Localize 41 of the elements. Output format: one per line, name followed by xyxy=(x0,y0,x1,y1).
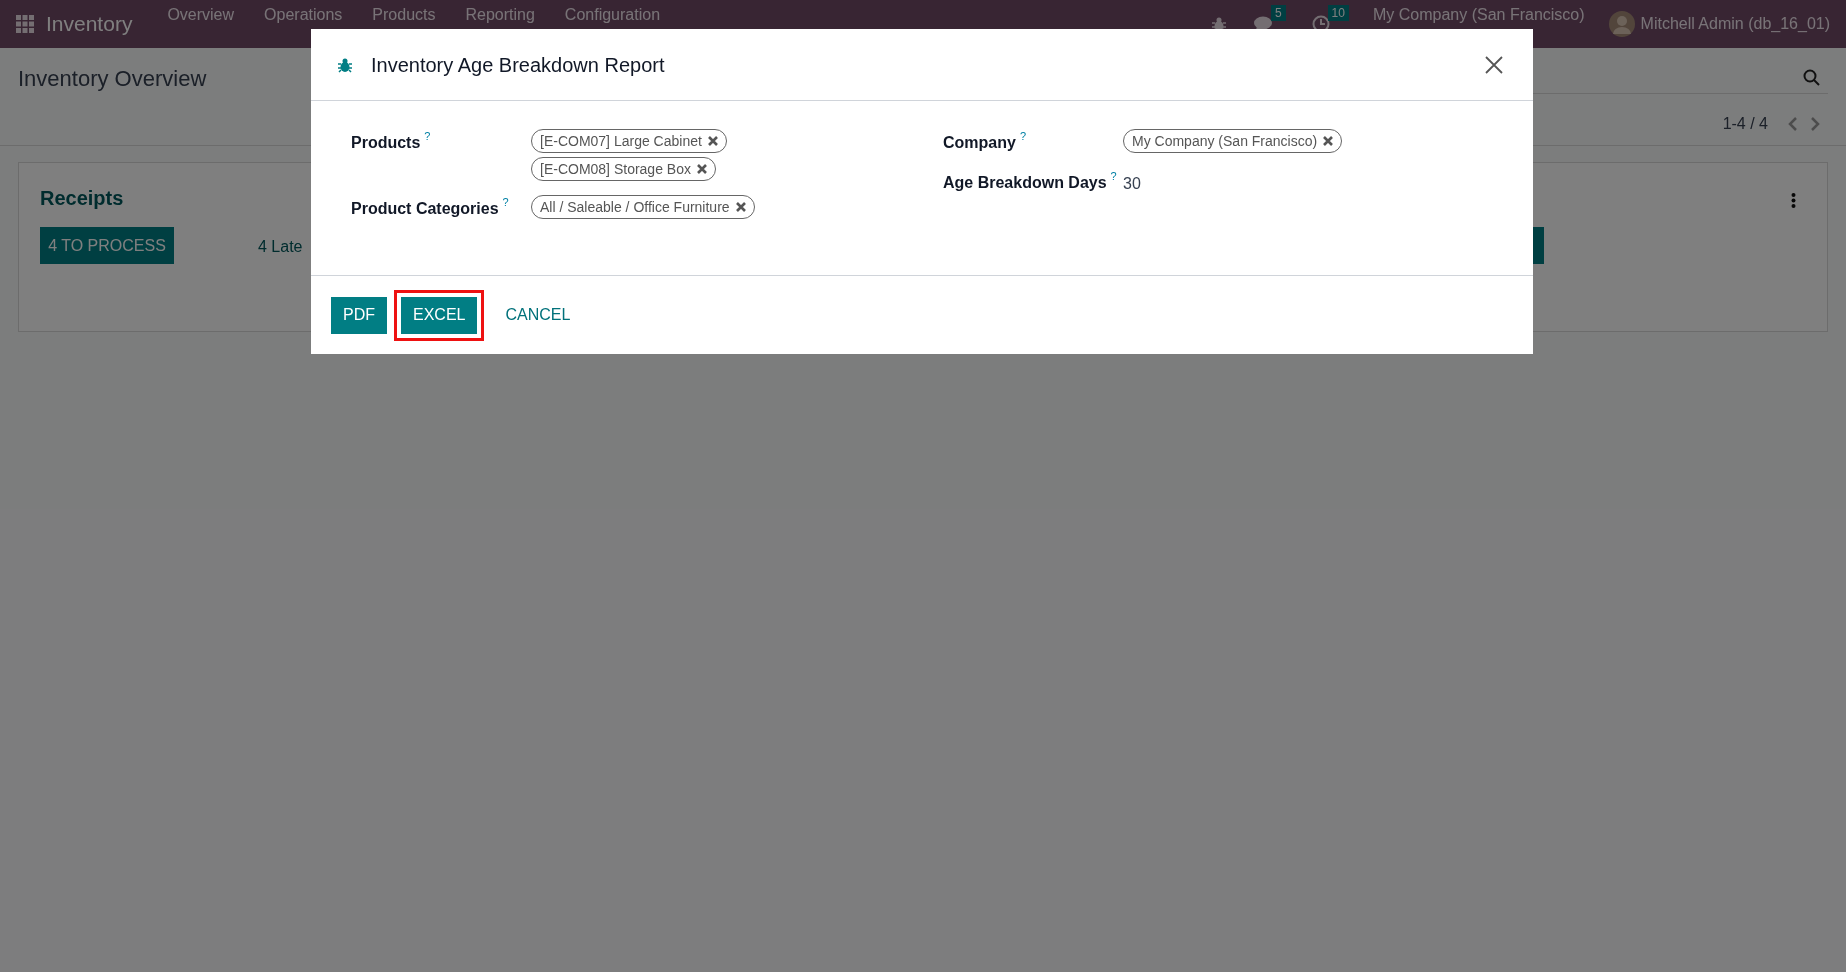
menu-item[interactable]: Overview xyxy=(152,3,250,27)
field-label: Company xyxy=(943,133,1016,153)
menu-item[interactable]: Operations xyxy=(249,3,358,27)
avatar-icon[interactable] xyxy=(1608,11,1635,37)
remove-icon[interactable] xyxy=(1323,136,1334,146)
search-icon[interactable] xyxy=(1803,69,1820,86)
help-tooltip[interactable]: ? xyxy=(1019,128,1027,145)
menu-item[interactable]: Products xyxy=(357,3,451,27)
field-label: Age Breakdown Days xyxy=(943,173,1107,193)
bug-icon xyxy=(337,56,353,73)
notification-badge: 5 xyxy=(1270,5,1286,21)
dialog-title: Inventory Age Breakdown Report xyxy=(371,52,665,78)
process-button[interactable]: 4 TO PROCESS xyxy=(40,227,174,264)
help-tooltip[interactable]: ? xyxy=(1110,168,1117,185)
page-title: Inventory Overview xyxy=(18,64,207,93)
remove-icon[interactable] xyxy=(707,136,718,146)
late-link[interactable]: 4 Late xyxy=(258,235,303,259)
field-label: Products xyxy=(351,133,421,153)
export-button[interactable]: EXCEL xyxy=(401,296,478,334)
help-tooltip[interactable]: ? xyxy=(424,128,431,145)
user-menu[interactable]: Mitchell Admin (db_16_01) xyxy=(1640,12,1830,36)
menu-item[interactable]: Configuration xyxy=(549,3,676,27)
pager-text: 1-4 / 4 xyxy=(1722,114,1768,134)
menu-item[interactable]: Reporting xyxy=(450,3,550,27)
export-button[interactable]: PDF xyxy=(331,296,387,334)
company-switcher[interactable]: My Company (San Francisco) xyxy=(1372,3,1585,27)
tag-label: [E-COM07] Large Cabinet xyxy=(540,131,702,151)
remove-icon[interactable] xyxy=(735,202,746,212)
app-name[interactable]: Inventory xyxy=(46,8,133,40)
tag-label: [E-COM08] Storage Box xyxy=(540,159,691,179)
card-title: Receipts xyxy=(40,186,124,211)
close-icon[interactable] xyxy=(1485,55,1503,74)
remove-icon[interactable] xyxy=(696,164,707,174)
apps-menu-icon[interactable] xyxy=(16,15,34,33)
field-label: Product Categories xyxy=(351,199,499,219)
help-tooltip[interactable]: ? xyxy=(502,194,509,211)
cancel-button[interactable]: CANCEL xyxy=(493,296,583,334)
activity-badge: 10 xyxy=(1327,5,1349,21)
tag-label: All / Saleable / Office Furniture xyxy=(540,197,730,217)
tag-label: My Company (San Francisco) xyxy=(1132,131,1318,151)
field-value[interactable]: 30 xyxy=(1123,169,1141,196)
